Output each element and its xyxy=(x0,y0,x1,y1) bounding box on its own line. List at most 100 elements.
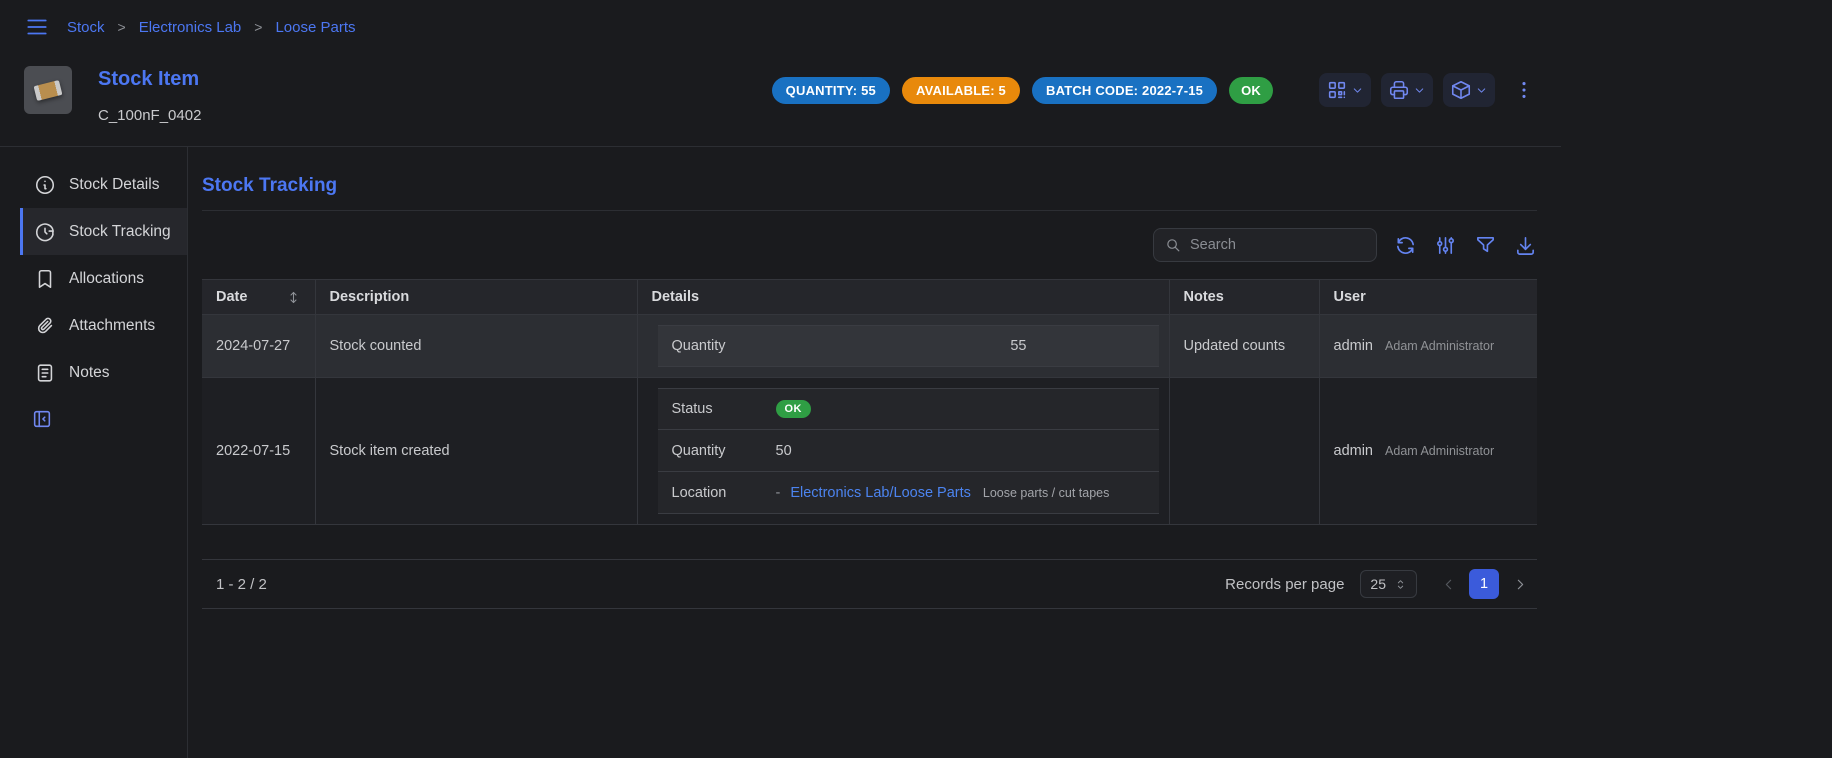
sidebar-item-stock-details[interactable]: Stock Details xyxy=(20,161,187,208)
chevron-right-icon xyxy=(1512,576,1529,593)
column-header-notes: Notes xyxy=(1169,280,1319,315)
search-input[interactable] xyxy=(1190,237,1365,253)
previous-page-button[interactable] xyxy=(1433,569,1463,599)
sidebar-item-label: Stock Details xyxy=(69,176,159,194)
sidebar-collapse-icon xyxy=(31,408,53,430)
location-dash: - xyxy=(776,485,781,501)
print-actions-button[interactable] xyxy=(1381,73,1433,107)
paperclip-icon xyxy=(34,315,56,337)
sidebar-item-label: Attachments xyxy=(69,317,155,335)
search-box xyxy=(1153,228,1377,262)
sidebar-item-label: Stock Tracking xyxy=(69,223,171,241)
breadcrumb: Stock > Electronics Lab > Loose Parts xyxy=(67,19,356,36)
table-toolbar xyxy=(202,228,1537,262)
printer-icon xyxy=(1388,79,1410,101)
record-range: 1 - 2 / 2 xyxy=(216,576,267,593)
page-title: Stock Item xyxy=(98,68,201,91)
sidebar-item-label: Allocations xyxy=(69,270,144,288)
cell-description: Stock counted xyxy=(315,315,637,378)
breadcrumb-separator: > xyxy=(254,19,262,35)
column-header-description: Description xyxy=(315,280,637,315)
sidebar-item-attachments[interactable]: Attachments xyxy=(20,302,187,349)
next-page-button[interactable] xyxy=(1505,569,1535,599)
stock-tracking-table: Date Description Details Notes User xyxy=(202,279,1537,525)
cell-user: admin Adam Administrator xyxy=(1319,315,1537,378)
download-icon[interactable] xyxy=(1514,234,1537,257)
records-per-page-value: 25 xyxy=(1370,576,1386,592)
info-circle-icon xyxy=(34,174,56,196)
detail-row-status: Status OK xyxy=(658,388,1159,430)
detail-label: Quantity xyxy=(672,443,776,459)
quantity-badge: QUANTITY: 55 xyxy=(772,77,890,104)
detail-value: 50 xyxy=(776,443,792,459)
main-area: Stock Details Stock Tracking Allocations… xyxy=(0,147,1561,758)
detail-row-quantity: Quantity 50 xyxy=(658,430,1159,472)
pager: 1 xyxy=(1433,569,1535,599)
cell-description: Stock item created xyxy=(315,378,637,525)
cell-details: Quantity 55 xyxy=(637,315,1169,378)
column-header-details: Details xyxy=(637,280,1169,315)
page-header: Stock Item C_100nF_0402 QUANTITY: 55 AVA… xyxy=(0,54,1561,147)
status-ok-badge: OK xyxy=(1229,77,1273,104)
username: admin xyxy=(1334,443,1374,459)
header-actions xyxy=(1319,73,1537,107)
table-row[interactable]: 2024-07-27 Stock counted Quantity 55 Upd… xyxy=(202,315,1537,378)
sidebar-item-notes[interactable]: Notes xyxy=(20,349,187,396)
pagination-controls: Records per page 25 1 xyxy=(1225,569,1535,599)
stock-item-thumbnail[interactable] xyxy=(24,66,72,114)
table-footer: 1 - 2 / 2 Records per page 25 xyxy=(202,559,1537,609)
batch-code-badge: BATCH CODE: 2022-7-15 xyxy=(1032,77,1217,104)
divider xyxy=(202,210,1537,211)
column-header-user: User xyxy=(1319,280,1537,315)
location-link[interactable]: Electronics Lab/Loose Parts xyxy=(790,485,971,501)
cell-details: Status OK Quantity 50 Location - Electro… xyxy=(637,378,1169,525)
detail-label: Quantity xyxy=(672,338,776,354)
page-number-button[interactable]: 1 xyxy=(1469,569,1499,599)
stock-actions-button[interactable] xyxy=(1443,73,1495,107)
bookmark-icon xyxy=(34,268,56,290)
chevron-down-icon xyxy=(1351,84,1364,97)
adjustments-icon[interactable] xyxy=(1434,234,1457,257)
search-icon xyxy=(1165,237,1182,254)
location-description: Loose parts / cut tapes xyxy=(983,486,1109,500)
breadcrumb-loose-parts[interactable]: Loose Parts xyxy=(275,19,355,36)
menu-icon[interactable] xyxy=(24,14,50,40)
table-row[interactable]: 2022-07-15 Stock item created Status OK … xyxy=(202,378,1537,525)
selector-icon xyxy=(1394,578,1407,591)
records-per-page-select[interactable]: 25 xyxy=(1360,570,1417,598)
breadcrumb-stock[interactable]: Stock xyxy=(67,19,105,36)
detail-row-location: Location - Electronics Lab/Loose Parts L… xyxy=(658,472,1159,514)
cell-notes xyxy=(1169,378,1319,525)
detail-label: Location xyxy=(672,485,776,501)
chevron-left-icon xyxy=(1440,576,1457,593)
component-image xyxy=(34,80,63,101)
user-full-name: Adam Administrator xyxy=(1385,444,1494,458)
barcode-actions-button[interactable] xyxy=(1319,73,1371,107)
cell-date: 2024-07-27 xyxy=(202,315,315,378)
cell-date: 2022-07-15 xyxy=(202,378,315,525)
content-panel: Stock Tracking xyxy=(188,147,1561,758)
detail-row-quantity: Quantity 55 xyxy=(658,325,1159,367)
breadcrumb-electronics-lab[interactable]: Electronics Lab xyxy=(139,19,242,36)
cell-notes: Updated counts xyxy=(1169,315,1319,378)
top-bar: Stock > Electronics Lab > Loose Parts xyxy=(0,0,1561,54)
history-icon xyxy=(34,221,56,243)
sidebar-item-allocations[interactable]: Allocations xyxy=(20,255,187,302)
sidebar-collapse-button[interactable] xyxy=(20,408,187,434)
dots-vertical-icon[interactable] xyxy=(1511,73,1537,107)
column-header-date: Date xyxy=(202,280,315,315)
table-header-row: Date Description Details Notes User xyxy=(202,280,1537,315)
title-block: Stock Item C_100nF_0402 xyxy=(98,66,201,124)
cell-user: admin Adam Administrator xyxy=(1319,378,1537,525)
part-name: C_100nF_0402 xyxy=(98,107,201,124)
refresh-icon[interactable] xyxy=(1394,234,1417,257)
panel-title: Stock Tracking xyxy=(202,175,1537,197)
breadcrumb-separator: > xyxy=(118,19,126,35)
sort-icon[interactable] xyxy=(286,290,301,305)
available-badge: AVAILABLE: 5 xyxy=(902,77,1020,104)
sidebar-item-label: Notes xyxy=(69,364,110,382)
user-full-name: Adam Administrator xyxy=(1385,339,1494,353)
app-shell: Stock > Electronics Lab > Loose Parts St… xyxy=(0,0,1561,758)
sidebar-item-stock-tracking[interactable]: Stock Tracking xyxy=(20,208,187,255)
filter-icon[interactable] xyxy=(1474,234,1497,257)
